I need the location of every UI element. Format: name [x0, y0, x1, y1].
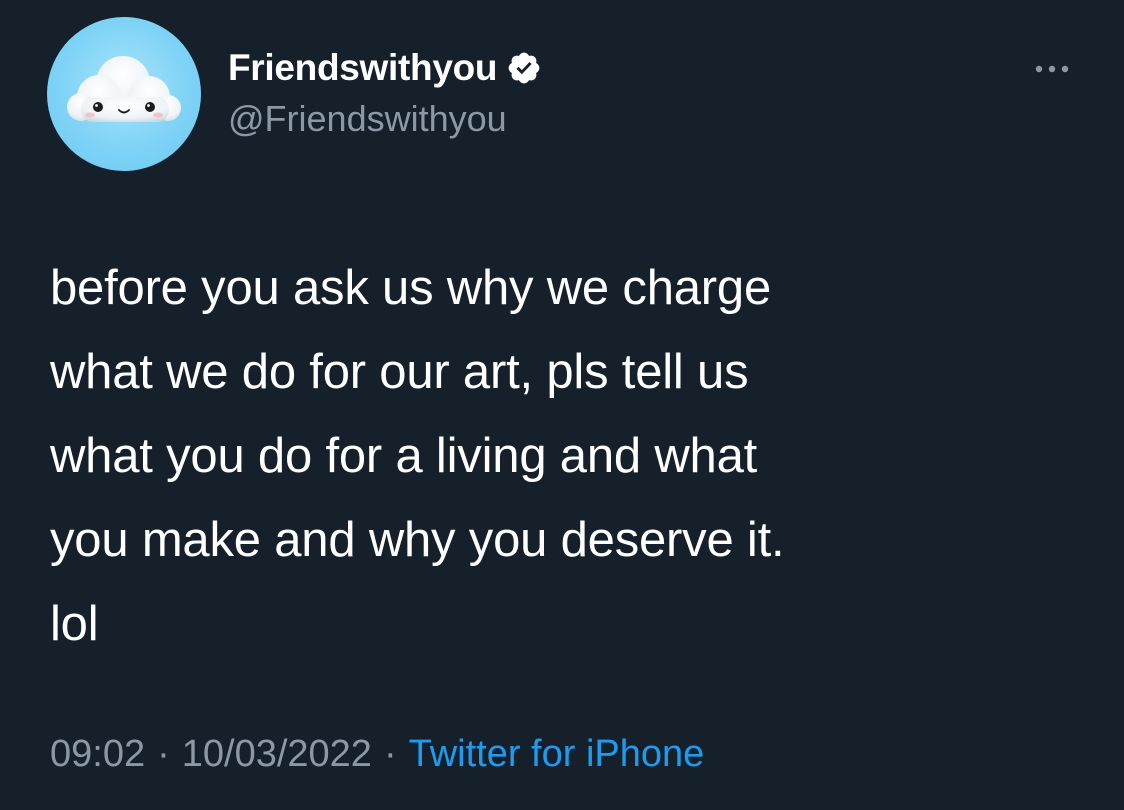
more-options-button[interactable]	[1030, 54, 1074, 84]
display-name-row: Friendswithyou	[228, 46, 542, 90]
author-handle[interactable]: @Friendswithyou	[228, 98, 542, 140]
cloud-avatar-icon	[67, 56, 181, 122]
tweet-time[interactable]: 09:02	[50, 733, 145, 775]
verified-badge-icon	[506, 50, 542, 86]
tweet-text-line: before you ask us why we charge	[50, 261, 772, 315]
tweet-source-link[interactable]: Twitter for iPhone	[409, 733, 705, 775]
meta-separator: ·	[383, 733, 397, 775]
meta-separator: ·	[157, 733, 170, 775]
display-name[interactable]: Friendswithyou	[228, 47, 498, 89]
author-avatar[interactable]	[47, 17, 201, 171]
tweet-date[interactable]: 10/03/2022	[182, 733, 372, 775]
author-info: Friendswithyou @Friendswithyou	[228, 46, 542, 140]
tweet-text-line: what you do for a living and what	[50, 429, 758, 483]
tweet-metadata: 09:02 · 10/03/2022 · Twitter for iPhone	[50, 733, 704, 776]
tweet-text-line: what we do for our art, pls tell us	[50, 345, 749, 399]
tweet-card: Friendswithyou @Friendswithyou before yo…	[0, 0, 1124, 810]
tweet-text: before you ask us why we charge what we …	[50, 246, 1070, 666]
tweet-text-line: you make and why you deserve it.	[50, 513, 785, 567]
more-options-icon	[1035, 65, 1069, 73]
tweet-text-line: lol	[50, 597, 99, 651]
